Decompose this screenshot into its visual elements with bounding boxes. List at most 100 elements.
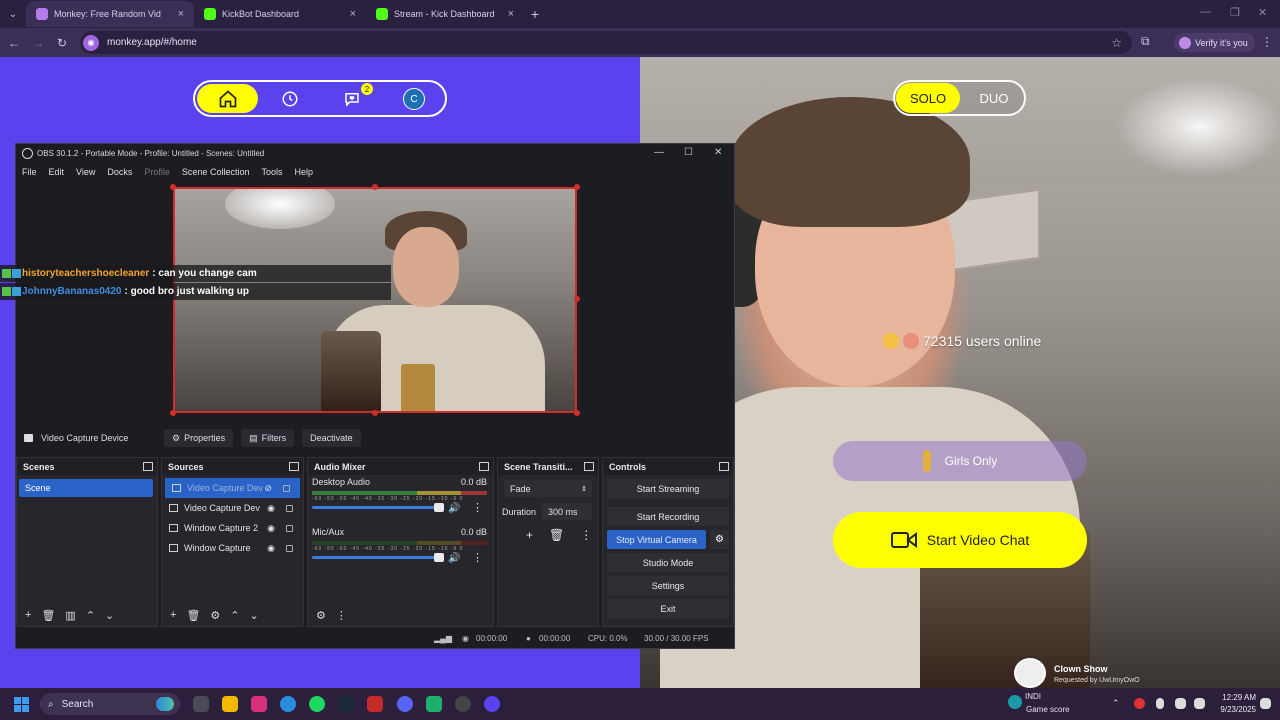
menu-profile[interactable]: Profile — [138, 167, 176, 177]
close-icon[interactable]: × — [350, 8, 356, 20]
wifi-icon[interactable] — [1175, 698, 1186, 709]
girls-only-button[interactable]: Girls Only — [833, 441, 1087, 481]
lock-icon[interactable] — [286, 504, 293, 512]
add-icon[interactable]: + — [526, 528, 533, 542]
resize-handle[interactable] — [372, 410, 378, 416]
source-list-item[interactable]: Window Capture 2 ◉ — [162, 518, 303, 538]
spotify-icon[interactable] — [309, 696, 325, 712]
resize-handle[interactable] — [574, 184, 580, 190]
tray-chevron-icon[interactable]: ⌃ — [1112, 698, 1122, 708]
virtual-camera-gear-icon[interactable]: ⚙ — [710, 530, 729, 549]
channel-menu-icon[interactable]: ⋮ — [472, 501, 483, 514]
volume-slider[interactable] — [312, 553, 444, 562]
undock-icon[interactable] — [289, 462, 299, 471]
menu-file[interactable]: File — [16, 167, 43, 177]
lock-icon[interactable] — [283, 484, 290, 492]
obs-close-icon[interactable]: ✕ — [714, 147, 722, 158]
duo-mode-button[interactable]: DUO — [965, 83, 1023, 113]
settings-button[interactable]: Settings — [607, 576, 729, 595]
move-up-icon[interactable]: ⌃ — [86, 609, 95, 622]
minimize-icon[interactable]: — — [1200, 6, 1211, 18]
hidden-eye-icon[interactable]: ⊘ — [264, 483, 272, 494]
undock-icon[interactable] — [143, 462, 153, 471]
browser-menu-icon[interactable]: ⋮ — [1261, 35, 1273, 49]
reload-icon[interactable]: ↻ — [50, 36, 74, 50]
source-list-item[interactable]: Video Capture Dev ⊘ — [165, 478, 300, 498]
kick-app-icon[interactable] — [426, 696, 442, 712]
start-video-chat-button[interactable]: Start Video Chat — [833, 512, 1087, 568]
resize-handle[interactable] — [574, 296, 580, 302]
move-up-icon[interactable]: ⌃ — [230, 609, 239, 622]
move-down-icon[interactable]: ⌄ — [250, 609, 259, 622]
eye-icon[interactable]: ◉ — [267, 503, 275, 514]
resize-handle[interactable] — [372, 184, 378, 190]
microphone-icon[interactable] — [1156, 698, 1164, 709]
undock-icon[interactable] — [584, 462, 594, 471]
scene-list-item[interactable]: Scene — [19, 479, 153, 497]
advanced-audio-gear-icon[interactable]: ⚙ — [316, 609, 326, 622]
file-explorer-icon[interactable] — [222, 696, 238, 712]
taskbar-search[interactable]: ⌕ Search — [40, 693, 180, 715]
solo-mode-button[interactable]: SOLO — [896, 83, 960, 113]
tab-monkey[interactable]: Monkey: Free Random Vid × — [26, 1, 194, 27]
lock-icon[interactable] — [286, 544, 293, 552]
deactivate-button[interactable]: Deactivate — [302, 429, 361, 447]
filter-icon[interactable]: ▥ — [65, 609, 75, 622]
windows-start-icon[interactable] — [14, 697, 29, 712]
eye-icon[interactable]: ◉ — [267, 543, 275, 554]
notifications-icon[interactable] — [1260, 698, 1271, 709]
slider-knob[interactable] — [434, 553, 444, 562]
taskbar-clock[interactable]: 12:29 AM 9/23/2025 — [1212, 692, 1256, 716]
chrome-icon[interactable] — [280, 696, 296, 712]
lock-icon[interactable] — [286, 524, 293, 532]
resize-handle[interactable] — [574, 410, 580, 416]
tab-kickbot[interactable]: KickBot Dashboard × — [194, 1, 366, 27]
close-window-icon[interactable]: ✕ — [1258, 6, 1267, 19]
new-tab-button[interactable]: + — [524, 6, 546, 22]
menu-view[interactable]: View — [70, 167, 101, 177]
history-clock-icon[interactable] — [279, 88, 301, 110]
trash-icon[interactable]: 🗑 — [41, 609, 55, 622]
menu-tools[interactable]: Tools — [255, 167, 288, 177]
close-icon[interactable]: × — [178, 8, 184, 20]
transition-select[interactable]: Fade ⇕ — [504, 480, 592, 497]
move-down-icon[interactable]: ⌄ — [105, 609, 114, 622]
exit-button[interactable]: Exit — [607, 599, 729, 618]
close-icon[interactable]: × — [508, 8, 514, 20]
user-avatar[interactable]: C — [403, 88, 425, 110]
menu-edit[interactable]: Edit — [43, 167, 71, 177]
undock-icon[interactable] — [719, 462, 729, 471]
obs-minimize-icon[interactable]: — — [654, 147, 664, 158]
obs-app-icon[interactable] — [455, 696, 471, 712]
bookmark-star-icon[interactable]: ☆ — [1111, 36, 1122, 50]
transition-menu-icon[interactable]: ⋮ — [580, 528, 592, 542]
menu-help[interactable]: Help — [288, 167, 319, 177]
tray-app-icon[interactable] — [1134, 698, 1145, 709]
start-recording-button[interactable]: Start Recording — [607, 507, 729, 526]
trash-icon[interactable]: 🗑 — [186, 609, 200, 622]
add-icon[interactable]: + — [25, 609, 31, 622]
forward-arrow-icon[interactable]: → — [26, 36, 50, 50]
undock-icon[interactable] — [479, 462, 489, 471]
resize-handle[interactable] — [170, 410, 176, 416]
volume-icon[interactable] — [1194, 698, 1205, 709]
task-view-icon[interactable] — [193, 696, 209, 712]
duration-input[interactable]: 300 ms — [542, 503, 592, 520]
filters-button[interactable]: ▤ Filters — [241, 429, 295, 447]
menu-docks[interactable]: Docks — [101, 167, 138, 177]
eye-icon[interactable]: ◉ — [267, 523, 275, 534]
source-list-item[interactable]: Window Capture ◉ — [162, 538, 303, 558]
steam-icon[interactable] — [338, 696, 354, 712]
volume-slider[interactable] — [312, 503, 444, 512]
game-launcher-icon[interactable] — [367, 696, 383, 712]
source-list-item[interactable]: Video Capture Dev ◉ — [162, 498, 303, 518]
properties-button[interactable]: ⚙ Properties — [164, 429, 234, 447]
obs-preview[interactable] — [173, 187, 577, 413]
maximize-icon[interactable]: ❐ — [1230, 6, 1240, 19]
slider-knob[interactable] — [434, 503, 444, 512]
home-button[interactable] — [197, 84, 258, 113]
extensions-icon[interactable]: ⧉ — [1141, 34, 1150, 49]
url-field[interactable]: ◉ monkey.app/#/home ☆ — [80, 31, 1132, 54]
speaker-icon[interactable]: 🔊 — [448, 553, 460, 564]
tab-list-chevron-icon[interactable]: ⌄ — [0, 1, 26, 27]
